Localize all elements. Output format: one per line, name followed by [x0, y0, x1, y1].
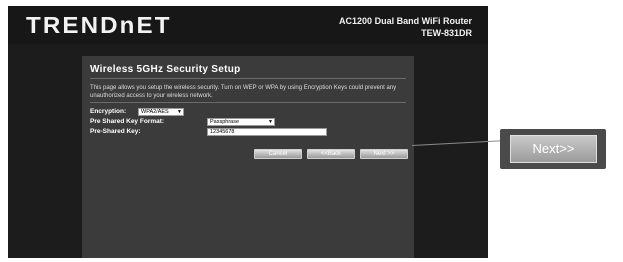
psk-label: Pre-Shared Key: [90, 128, 141, 135]
divider [90, 78, 406, 79]
back-button[interactable]: <<Back [307, 149, 355, 159]
encryption-label: Encryption: [90, 108, 127, 115]
divider [90, 102, 406, 103]
panel-description: This page allows you setup the wireless … [90, 85, 397, 99]
psk-input[interactable]: 12345678 [207, 128, 327, 136]
dropdown-arrow-icon: ▼ [177, 109, 182, 115]
trendnet-logo: TRENDnET [26, 12, 172, 38]
cancel-button[interactable]: Cancel [254, 149, 302, 159]
dropdown-arrow-icon: ▼ [268, 119, 273, 125]
key-format-label: Pre Shared Key Format: [90, 118, 165, 125]
router-setup-screenshot: TRENDnET AC1200 Dual Band WiFi Router TE… [8, 6, 488, 258]
header-bar: TRENDnET AC1200 Dual Band WiFi Router TE… [8, 6, 488, 44]
encryption-select[interactable]: WPA2/AES ▼ [138, 108, 184, 116]
next-button[interactable]: Next >> [360, 149, 408, 159]
callout-box: Next>> [500, 129, 606, 169]
model-info: AC1200 Dual Band WiFi Router TEW-831DR [339, 15, 472, 39]
security-setup-panel: Wireless 5GHz Security Setup This page a… [82, 56, 414, 258]
panel-title: Wireless 5GHz Security Setup [90, 64, 241, 75]
callout-next-button: Next>> [510, 135, 597, 163]
model-number: TEW-831DR [421, 28, 472, 38]
key-format-value: Passphrase [210, 119, 240, 125]
encryption-value: WPA2/AES [141, 109, 169, 115]
key-format-select[interactable]: Passphrase ▼ [207, 118, 275, 126]
model-name: AC1200 Dual Band WiFi Router [339, 16, 472, 26]
